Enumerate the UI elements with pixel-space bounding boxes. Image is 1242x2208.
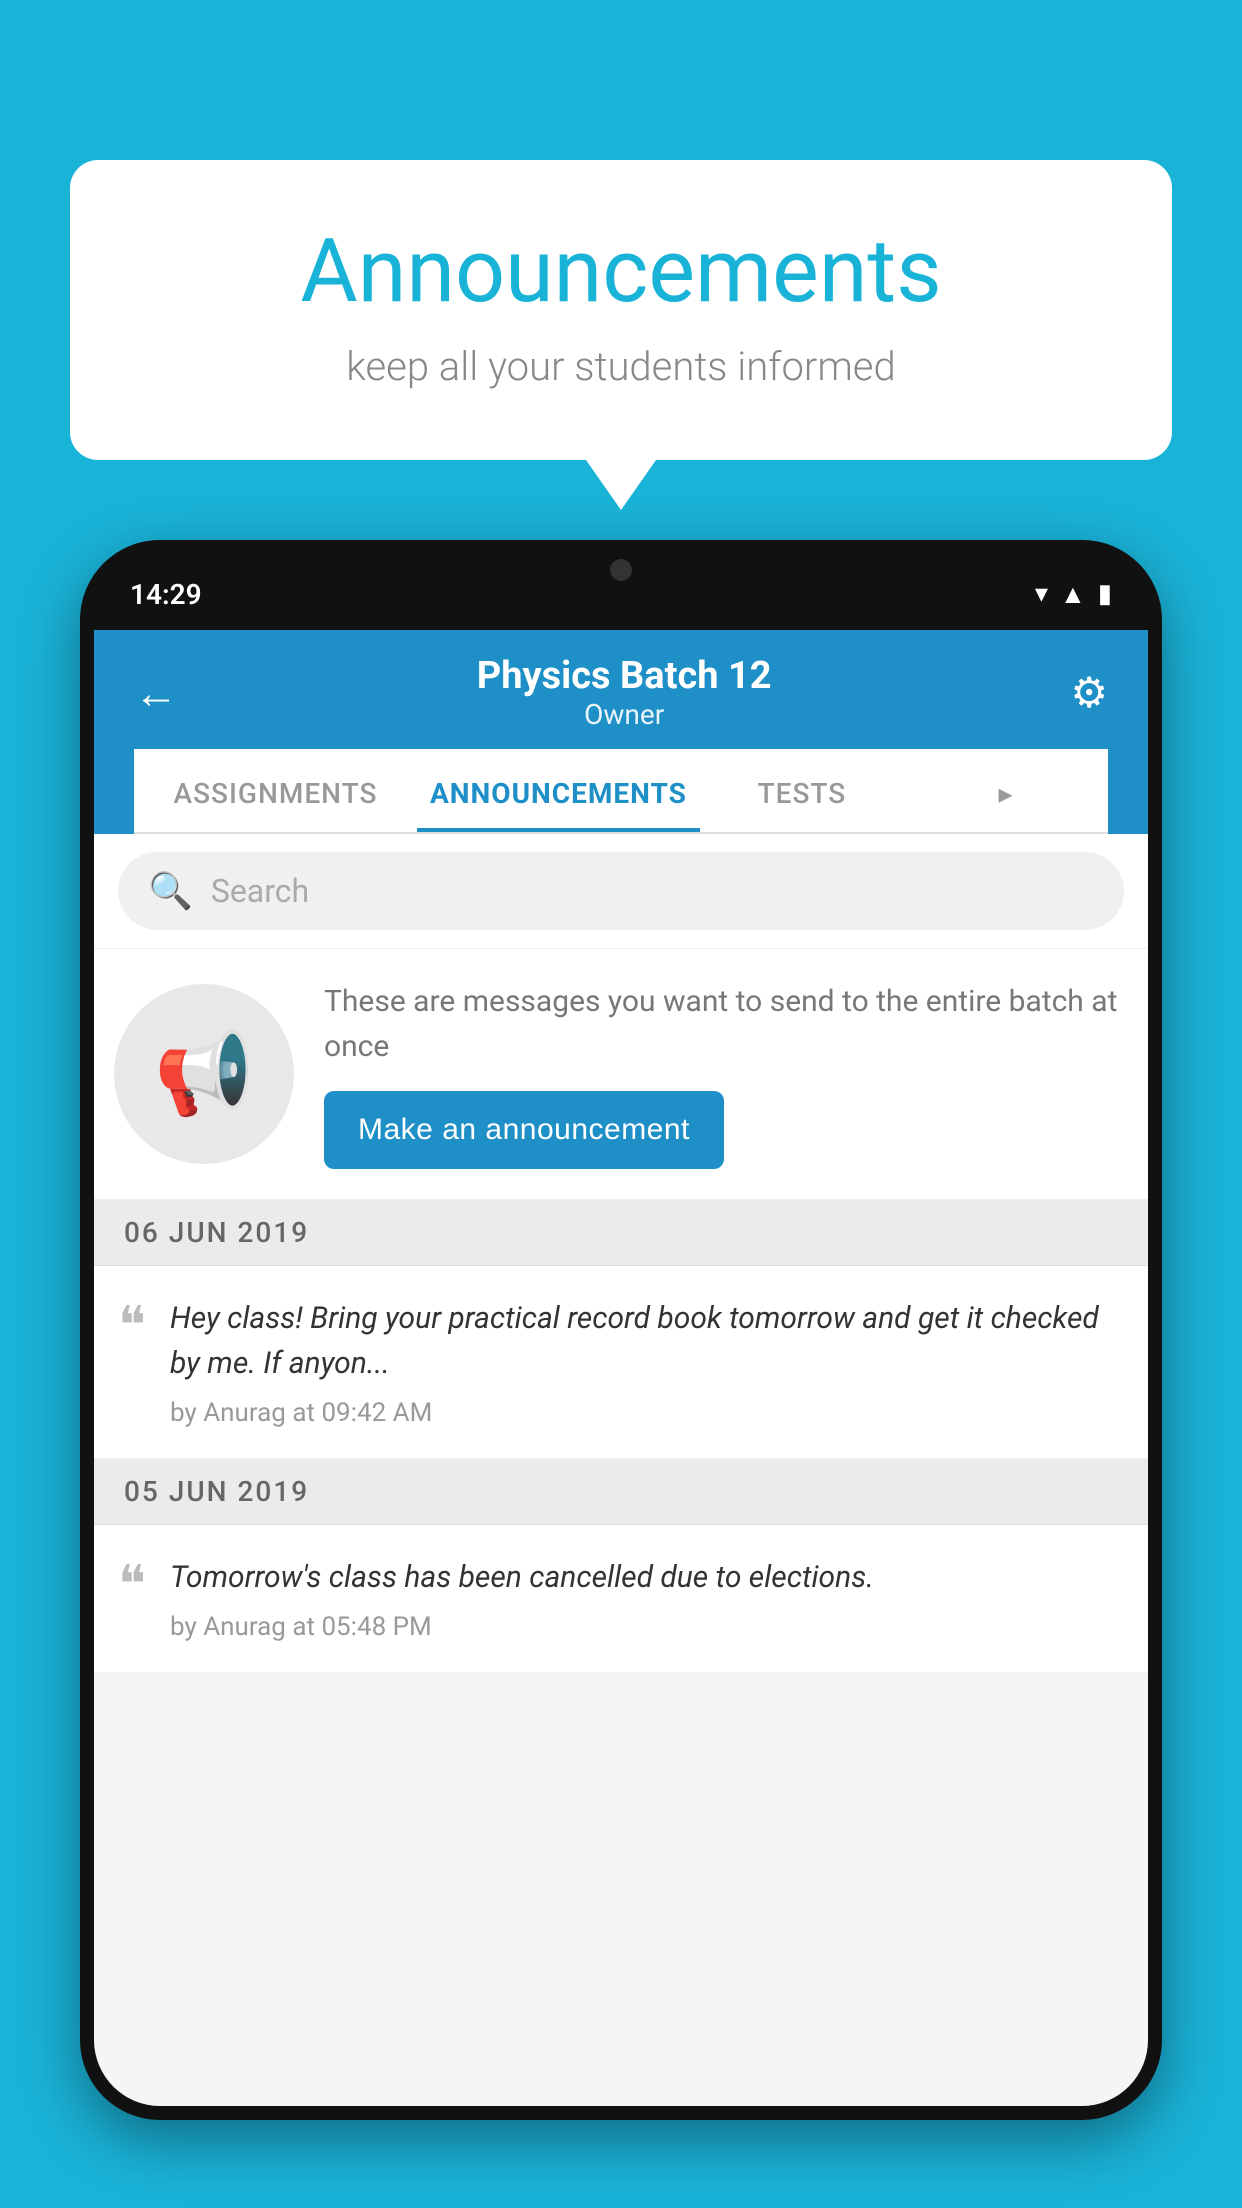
date-separator-2: 05 JUN 2019 bbox=[94, 1459, 1148, 1525]
speech-bubble-container: Announcements keep all your students inf… bbox=[70, 160, 1172, 510]
announcement-item-1: ❝ Hey class! Bring your practical record… bbox=[94, 1266, 1148, 1459]
phone-container: 14:29 ▾ ▲ ▮ ← Physics Batch 12 Owner bbox=[80, 540, 1162, 2208]
quote-icon-2: ❝ bbox=[118, 1559, 146, 1611]
megaphone-icon: 📢 bbox=[154, 1027, 254, 1121]
announcement-content-1: Hey class! Bring your practical record b… bbox=[170, 1296, 1118, 1428]
search-bar[interactable]: 🔍 Search bbox=[118, 852, 1124, 930]
announcement-meta-1: by Anurag at 09:42 AM bbox=[170, 1398, 1118, 1428]
announcement-item-2: ❝ Tomorrow's class has been cancelled du… bbox=[94, 1525, 1148, 1673]
announcement-text-2: Tomorrow's class has been cancelled due … bbox=[170, 1555, 1118, 1600]
announcement-text-1: Hey class! Bring your practical record b… bbox=[170, 1296, 1118, 1386]
status-bar: 14:29 ▾ ▲ ▮ bbox=[80, 540, 1162, 630]
camera-dot bbox=[610, 559, 632, 581]
back-button[interactable]: ← bbox=[134, 667, 178, 719]
phone-frame: 14:29 ▾ ▲ ▮ ← Physics Batch 12 Owner bbox=[80, 540, 1162, 2120]
app-header: ← Physics Batch 12 Owner ⚙ ASSIGNMENTS A… bbox=[94, 630, 1148, 834]
speech-bubble-arrow bbox=[586, 460, 656, 510]
tab-assignments[interactable]: ASSIGNMENTS bbox=[134, 749, 417, 832]
header-title-group: Physics Batch 12 Owner bbox=[477, 654, 772, 731]
tab-more[interactable]: ▸ bbox=[904, 749, 1108, 832]
announcement-meta-2: by Anurag at 05:48 PM bbox=[170, 1612, 1118, 1642]
promo-description: These are messages you want to send to t… bbox=[324, 979, 1118, 1069]
signal-icon: ▲ bbox=[1060, 579, 1086, 610]
header-subtitle: Owner bbox=[477, 698, 772, 731]
speech-bubble: Announcements keep all your students inf… bbox=[70, 160, 1172, 460]
tab-tests[interactable]: TESTS bbox=[700, 749, 904, 832]
wifi-icon: ▾ bbox=[1035, 579, 1048, 609]
quote-icon-1: ❝ bbox=[118, 1300, 146, 1352]
phone-screen: ← Physics Batch 12 Owner ⚙ ASSIGNMENTS A… bbox=[94, 630, 1148, 2106]
promo-card: 📢 These are messages you want to send to… bbox=[94, 949, 1148, 1200]
notch bbox=[511, 540, 731, 600]
tab-announcements[interactable]: ANNOUNCEMENTS bbox=[417, 749, 700, 832]
search-container: 🔍 Search bbox=[94, 834, 1148, 949]
speech-bubble-subtitle: keep all your students informed bbox=[150, 343, 1092, 390]
promo-content: These are messages you want to send to t… bbox=[324, 979, 1118, 1169]
promo-icon-circle: 📢 bbox=[114, 984, 294, 1164]
search-placeholder: Search bbox=[211, 872, 309, 910]
header-title: Physics Batch 12 bbox=[477, 654, 772, 698]
speech-bubble-title: Announcements bbox=[150, 220, 1092, 323]
tabs-row: ASSIGNMENTS ANNOUNCEMENTS TESTS ▸ bbox=[134, 749, 1108, 834]
make-announcement-button[interactable]: Make an announcement bbox=[324, 1091, 724, 1169]
status-time: 14:29 bbox=[130, 578, 202, 611]
announcement-content-2: Tomorrow's class has been cancelled due … bbox=[170, 1555, 1118, 1642]
header-row: ← Physics Batch 12 Owner ⚙ bbox=[134, 654, 1108, 749]
battery-icon: ▮ bbox=[1098, 579, 1112, 609]
status-icons: ▾ ▲ ▮ bbox=[1035, 579, 1112, 610]
date-separator-1: 06 JUN 2019 bbox=[94, 1200, 1148, 1266]
search-icon: 🔍 bbox=[148, 870, 193, 912]
settings-icon[interactable]: ⚙ bbox=[1070, 668, 1108, 718]
